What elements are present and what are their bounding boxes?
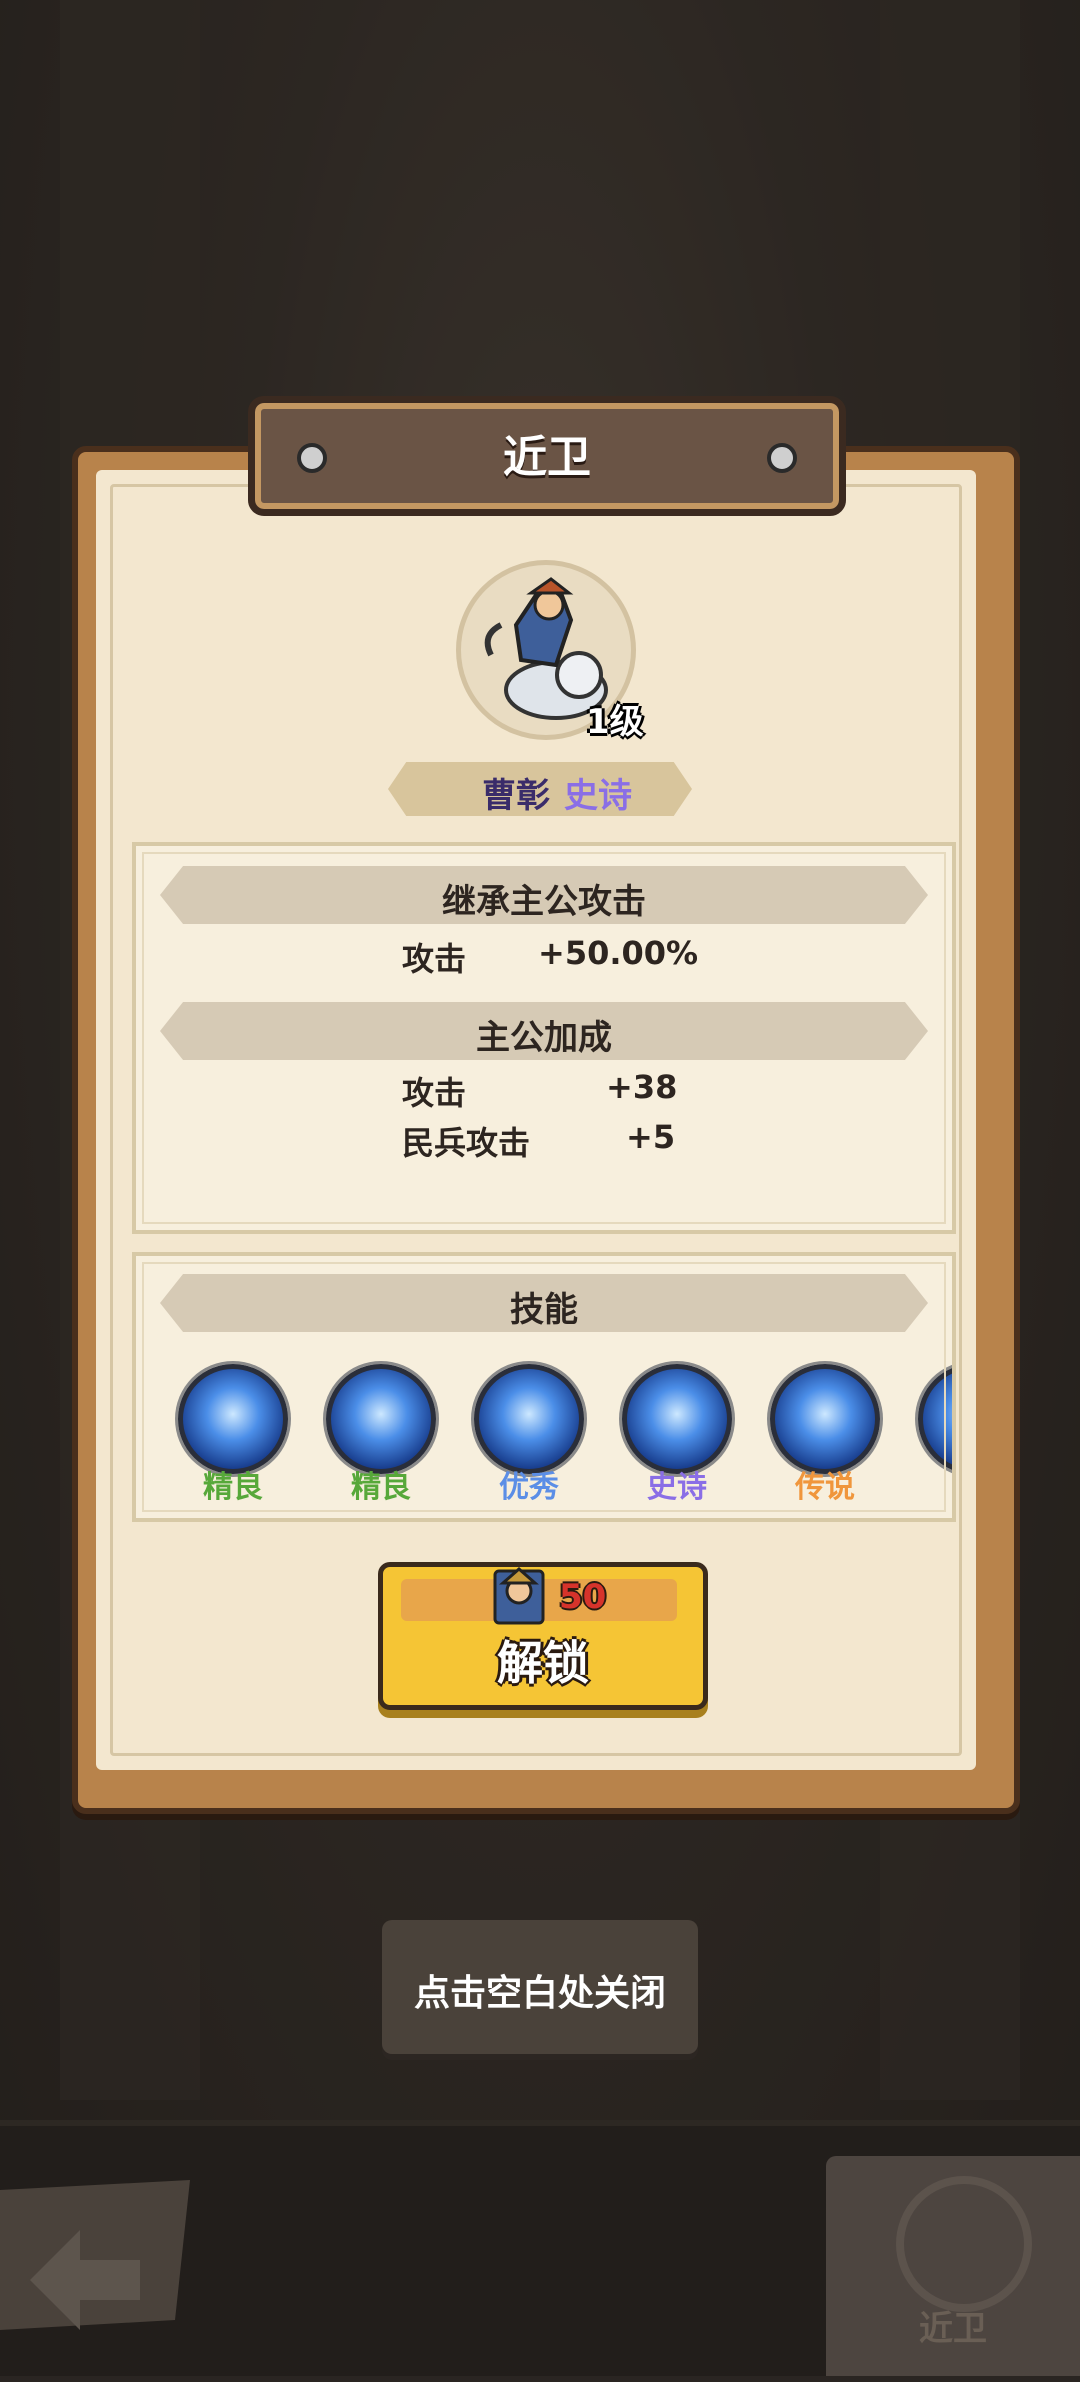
- guard-helmet-icon: [896, 2176, 1032, 2312]
- tab-guard-label: 近卫: [919, 2309, 987, 2349]
- skills-section[interactable]: 技能 精良 精良 优秀 史诗 传说: [132, 1252, 956, 1522]
- unlock-button[interactable]: 50 解锁: [378, 1562, 708, 1710]
- inherit-header-text: 继承主公攻击: [442, 882, 646, 922]
- hero-name: 曹彰: [482, 776, 550, 816]
- popup-title-bar: 近卫: [248, 396, 846, 516]
- hero-rarity: 史诗: [564, 776, 632, 816]
- skill-icon-5[interactable]: [770, 1364, 880, 1474]
- back-button[interactable]: [0, 2170, 200, 2340]
- stat-label: 攻击: [402, 1074, 467, 1112]
- inherit-header: 继承主公攻击: [160, 866, 928, 924]
- hero-name-banner: 曹彰 史诗: [388, 762, 692, 816]
- skill-rarity-label: 史诗: [647, 1470, 707, 1505]
- hero-level: 1级: [586, 702, 644, 742]
- skill-icon-3[interactable]: [474, 1364, 584, 1474]
- unlock-label: 解锁: [497, 1636, 589, 1690]
- skills-header-text: 技能: [510, 1290, 578, 1330]
- skill-rarity-label: 传说: [795, 1470, 855, 1505]
- bonus-header: 主公加成: [160, 1002, 928, 1060]
- stat-value: +5: [626, 1118, 676, 1156]
- hero-token-icon: [493, 1567, 545, 1625]
- stat-label: 攻击: [402, 940, 467, 978]
- skills-header: 技能: [160, 1274, 928, 1332]
- stat-label: 民兵攻击: [402, 1124, 531, 1162]
- skill-rarity-label: 精良: [351, 1470, 411, 1505]
- tab-guard[interactable]: 近卫: [826, 2156, 1080, 2376]
- rivet-icon: [767, 443, 797, 473]
- skill-icon-partial[interactable]: [918, 1364, 952, 1474]
- skill-rarity-label: 精良: [203, 1470, 263, 1505]
- close-hint[interactable]: 点击空白处关闭: [382, 1920, 698, 2054]
- skill-rarity-label: 优秀: [499, 1470, 559, 1505]
- back-arrow-icon: [0, 2180, 190, 2330]
- stat-value: +38: [606, 1068, 678, 1106]
- stats-section: 继承主公攻击 攻击 +50.00% 主公加成 攻击 +38 民兵攻击 +5: [132, 842, 956, 1234]
- popup-title: 近卫: [503, 432, 591, 483]
- skill-icon-1[interactable]: [178, 1364, 288, 1474]
- stat-value: +50.00%: [538, 934, 699, 972]
- bonus-header-text: 主公加成: [476, 1018, 612, 1058]
- unlock-cost: 50: [559, 1577, 607, 1617]
- close-hint-text: 点击空白处关闭: [413, 1973, 666, 2014]
- skill-icon-4[interactable]: [622, 1364, 732, 1474]
- skill-icon-2[interactable]: [326, 1364, 436, 1474]
